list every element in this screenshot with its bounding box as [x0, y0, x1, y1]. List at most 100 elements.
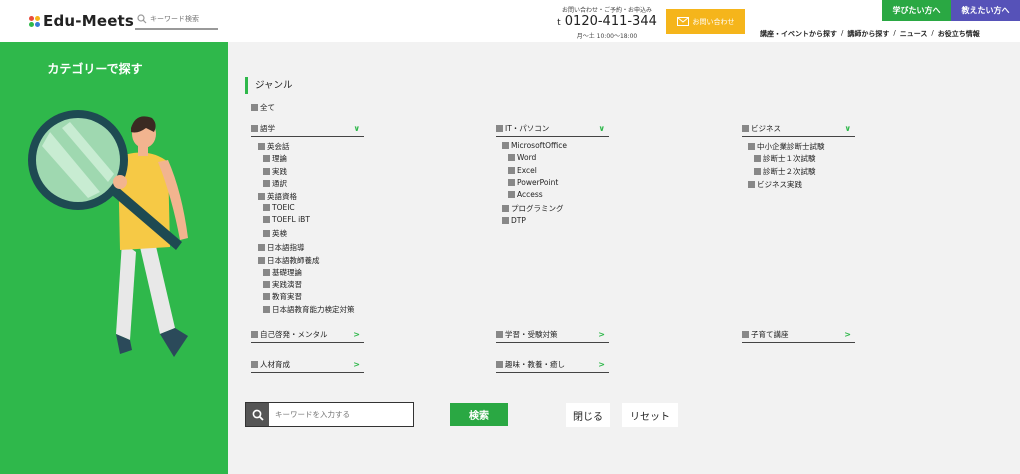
chevron-right-icon: >: [598, 360, 605, 369]
checkbox-item[interactable]: Access: [508, 190, 543, 199]
nav-courses[interactable]: 講座・イベントから探す: [760, 29, 837, 39]
category-language[interactable]: 語学 ∨: [251, 123, 364, 137]
checkbox-item[interactable]: 英会話: [258, 141, 290, 152]
logo[interactable]: Edu-Meets: [29, 12, 134, 30]
checkbox-icon: [263, 155, 270, 162]
checkbox-icon: [251, 104, 258, 111]
checkbox-item[interactable]: DTP: [502, 216, 526, 225]
checkbox-item[interactable]: 通訳: [263, 178, 287, 189]
checkbox-icon: [258, 143, 265, 150]
checkbox-item[interactable]: 英検: [263, 228, 287, 239]
checkbox-icon: [258, 244, 265, 251]
checkbox-icon: [496, 125, 503, 132]
checkbox-icon: [251, 331, 258, 338]
checkbox-icon: [754, 155, 761, 162]
chevron-right-icon: >: [353, 330, 360, 339]
checkbox-icon: [496, 331, 503, 338]
teacher-button[interactable]: 教えたい方へ: [951, 0, 1020, 21]
checkbox-item[interactable]: PowerPoint: [508, 178, 558, 187]
nav-news[interactable]: ニュース: [900, 29, 928, 39]
checkbox-icon: [508, 179, 515, 186]
keyword-search[interactable]: [245, 402, 414, 427]
nav-tips[interactable]: お役立ち情報: [938, 29, 980, 39]
phone-number[interactable]: t 0120-411-344: [556, 14, 658, 31]
checkbox-icon: [263, 216, 270, 223]
category-hr[interactable]: 人材育成 >: [251, 359, 364, 373]
checkbox-icon: [263, 230, 270, 237]
checkbox-item[interactable]: 基礎理論: [263, 267, 302, 278]
category-study[interactable]: 学習・受験対策 >: [496, 329, 609, 343]
checkbox-icon: [258, 193, 265, 200]
logo-dots-icon: [29, 15, 40, 27]
genre-title: ジャンル: [245, 77, 293, 94]
checkbox-item[interactable]: TOEIC: [263, 203, 295, 212]
checkbox-icon: [263, 204, 270, 211]
checkbox-icon: [258, 257, 265, 264]
keyword-input[interactable]: [275, 410, 405, 419]
contact-info: お問い合わせ・ご予約・お申込み t 0120-411-344 月〜土 10:00…: [556, 5, 658, 40]
checkbox-item[interactable]: 診断士２次試験: [754, 166, 816, 177]
category-hobby[interactable]: 趣味・教養・癒し >: [496, 359, 609, 373]
header-search[interactable]: [135, 10, 218, 30]
checkbox-icon: [508, 167, 515, 174]
checkbox-item[interactable]: Excel: [508, 166, 537, 175]
header: Edu-Meets お問い合わせ・ご予約・お申込み t 0120-411-344…: [0, 0, 1020, 42]
nav-separator: /: [893, 29, 896, 37]
chevron-down-icon: ∨: [844, 124, 852, 133]
checkbox-item[interactable]: プログラミング: [502, 203, 564, 214]
category-parenting[interactable]: 子育て講座 >: [742, 329, 855, 343]
chevron-right-icon: >: [353, 360, 360, 369]
checkbox-icon: [502, 142, 509, 149]
phone-icon: t: [557, 18, 561, 28]
header-search-input[interactable]: [150, 15, 218, 23]
search-button[interactable]: 検索: [450, 403, 508, 426]
checkbox-item[interactable]: ビジネス実践: [748, 179, 802, 190]
category-self-development[interactable]: 自己啓発・メンタル >: [251, 329, 364, 343]
checkbox-icon: [263, 293, 270, 300]
checkbox-icon: [496, 361, 503, 368]
checkbox-icon: [263, 306, 270, 313]
checkbox-item[interactable]: MicrosoftOffice: [502, 141, 567, 150]
checkbox-icon: [748, 143, 755, 150]
checkbox-icon: [502, 205, 509, 212]
checkbox-icon: [742, 125, 749, 132]
nav-separator: /: [931, 29, 934, 37]
checkbox-item[interactable]: 理論: [263, 153, 287, 164]
sidebar: カテゴリーで探す: [0, 42, 228, 474]
reset-button[interactable]: リセット: [622, 403, 678, 427]
category-it-pc[interactable]: IT・パソコン ∨: [496, 123, 609, 137]
category-business[interactable]: ビジネス ∨: [742, 123, 855, 137]
chevron-down-icon: ∨: [353, 124, 361, 133]
checkbox-all[interactable]: 全て: [251, 102, 275, 113]
checkbox-item[interactable]: 日本語教師養成: [258, 255, 320, 266]
nav-separator: /: [841, 29, 844, 37]
checkbox-icon: [251, 361, 258, 368]
contact-button[interactable]: お問い合わせ: [666, 9, 745, 34]
checkbox-icon: [251, 125, 258, 132]
checkbox-icon: [508, 154, 515, 161]
learner-button[interactable]: 学びたい方へ: [882, 0, 951, 21]
checkbox-icon: [508, 191, 515, 198]
nav-instructors[interactable]: 講師から探す: [847, 29, 889, 39]
checkbox-item[interactable]: 実践演習: [263, 279, 302, 290]
contact-caption: お問い合わせ・ご予約・お申込み: [561, 7, 652, 14]
chevron-down-icon: ∨: [598, 124, 606, 133]
checkbox-icon: [754, 168, 761, 175]
checkbox-item[interactable]: 日本語指導: [258, 242, 305, 253]
business-hours: 月〜土 10:00〜18:00: [576, 33, 638, 40]
chevron-right-icon: >: [844, 330, 851, 339]
checkbox-item[interactable]: 英語資格: [258, 191, 297, 202]
checkbox-item[interactable]: Word: [508, 153, 536, 162]
contact-button-label: お問い合わせ: [692, 17, 735, 26]
checkbox-item[interactable]: 診断士１次試験: [754, 153, 816, 164]
magnifier-person-illustration: [28, 110, 188, 357]
checkbox-icon: [263, 168, 270, 175]
checkbox-icon: [263, 180, 270, 187]
checkbox-item[interactable]: 実践: [263, 166, 287, 177]
checkbox-item[interactable]: 日本語教育能力検定対策: [263, 304, 355, 315]
close-button[interactable]: 閉じる: [566, 403, 610, 427]
checkbox-item[interactable]: 中小企業診断士試験: [748, 141, 825, 152]
checkbox-item[interactable]: 教育実習: [263, 291, 302, 302]
checkbox-item[interactable]: TOEFL iBT: [263, 215, 310, 224]
checkbox-icon: [742, 331, 749, 338]
